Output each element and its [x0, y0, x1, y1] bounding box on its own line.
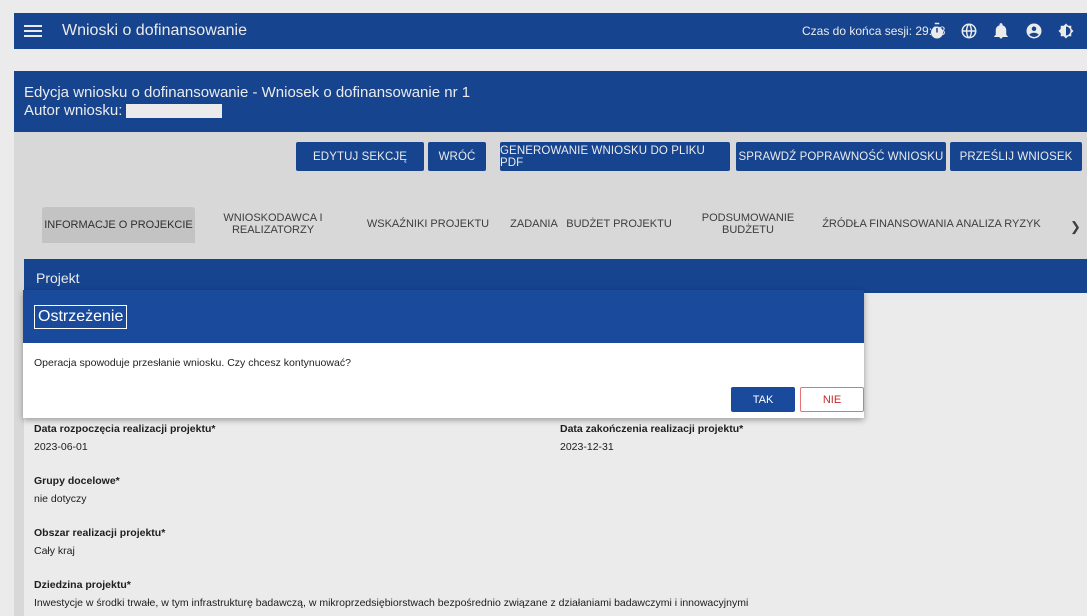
dialog-message: Operacja spowoduje przesłanie wniosku. C…	[34, 357, 351, 369]
dialog-title: Ostrzeżenie	[34, 305, 128, 329]
yes-button[interactable]: TAK	[731, 387, 795, 412]
dialog-header: Ostrzeżenie	[23, 290, 864, 343]
no-button[interactable]: NIE	[800, 387, 864, 412]
warning-dialog: Ostrzeżenie Operacja spowoduje przesłani…	[23, 290, 864, 418]
